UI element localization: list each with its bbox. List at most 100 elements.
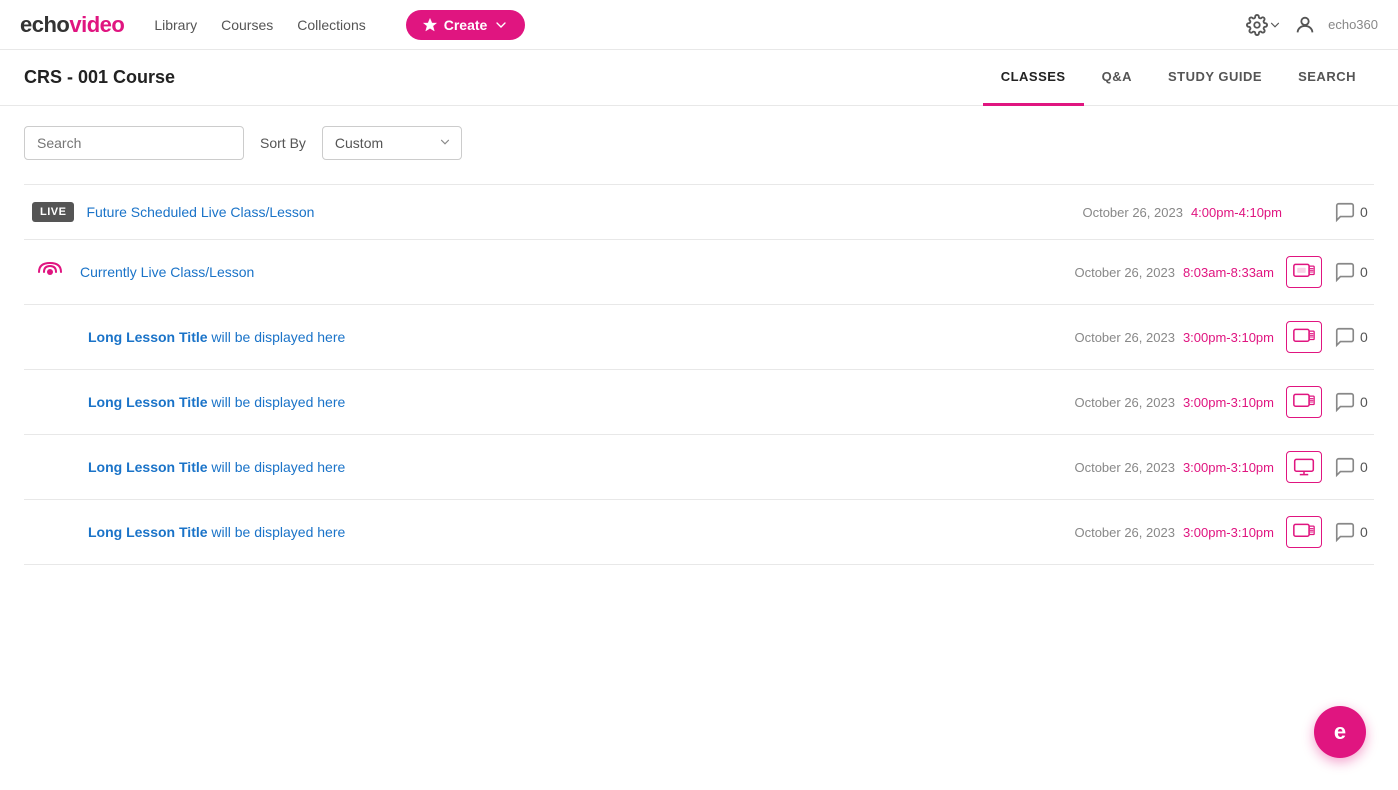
lesson-meta: October 26, 2023 8:03am-8:33am	[1074, 265, 1274, 280]
lesson-title-3[interactable]: Long Lesson Title will be displayed here	[88, 459, 1062, 475]
settings-chevron-icon	[1268, 18, 1282, 32]
tab-classes[interactable]: CLASSES	[983, 50, 1084, 106]
comment-count: 0	[1334, 456, 1374, 478]
lesson-date: October 26, 2023	[1082, 205, 1182, 220]
lesson-date: October 26, 2023	[1074, 395, 1174, 410]
nav-link-collections[interactable]: Collections	[297, 17, 365, 33]
live-wave-icon	[34, 261, 66, 283]
search-input[interactable]	[24, 126, 244, 160]
slides-capture-icon	[1293, 261, 1315, 283]
capture-button[interactable]	[1286, 386, 1322, 418]
comment-count: 0	[1334, 391, 1374, 413]
filter-bar: Sort By Custom Date Title	[24, 126, 1374, 160]
lesson-date: October 26, 2023	[1074, 525, 1174, 540]
lesson-row: LIVE Future Scheduled Live Class/Lesson …	[24, 185, 1374, 240]
logo[interactable]: echovideo	[20, 12, 124, 38]
sort-select-wrapper: Custom Date Title	[322, 126, 462, 160]
lesson-time: 4:00pm-4:10pm	[1191, 205, 1282, 220]
lesson-actions: 0	[1286, 516, 1374, 548]
lesson-meta: October 26, 2023 3:00pm-3:10pm	[1074, 525, 1274, 540]
logo-echo-text: echo	[20, 12, 69, 38]
lesson-date: October 26, 2023	[1074, 330, 1174, 345]
tab-search[interactable]: SEARCH	[1280, 50, 1374, 106]
lesson-actions: 0	[1294, 201, 1374, 223]
screen-capture-button[interactable]	[1286, 451, 1322, 483]
comment-count-value: 0	[1360, 329, 1368, 345]
chevron-down-icon	[493, 17, 509, 33]
sort-label: Sort By	[260, 135, 306, 151]
lesson-actions: 0	[1286, 386, 1374, 418]
comment-count: 0	[1334, 201, 1374, 223]
comment-icon	[1334, 521, 1356, 543]
settings-button[interactable]	[1246, 14, 1282, 36]
lesson-time: 3:00pm-3:10pm	[1183, 525, 1274, 540]
floating-action-button[interactable]: e	[1314, 706, 1366, 758]
comment-icon	[1334, 391, 1356, 413]
nav-link-courses[interactable]: Courses	[221, 17, 273, 33]
user-icon	[1294, 14, 1316, 36]
lesson-row: Long Lesson Title will be displayed here…	[24, 305, 1374, 370]
lesson-date: October 26, 2023	[1074, 265, 1174, 280]
comment-count-value: 0	[1360, 264, 1368, 280]
sort-select[interactable]: Custom Date Title	[322, 126, 462, 160]
live-badge: LIVE	[32, 202, 74, 222]
comment-icon	[1334, 326, 1356, 348]
slides-capture-icon	[1293, 521, 1315, 543]
title-bold-part: Long Lesson Title	[88, 329, 208, 345]
lesson-title-4[interactable]: Long Lesson Title will be displayed here	[88, 524, 1062, 540]
tab-study-guide[interactable]: STUDY GUIDE	[1150, 50, 1280, 106]
capture-button[interactable]	[1286, 321, 1322, 353]
comment-icon	[1334, 456, 1356, 478]
course-header: CRS - 001 Course CLASSES Q&A STUDY GUIDE…	[0, 50, 1398, 106]
tab-qa[interactable]: Q&A	[1084, 50, 1150, 106]
create-button[interactable]: Create	[406, 10, 526, 40]
comment-icon	[1334, 201, 1356, 223]
lesson-time: 8:03am-8:33am	[1183, 265, 1274, 280]
lesson-date: October 26, 2023	[1074, 460, 1174, 475]
lesson-row: Long Lesson Title will be displayed here…	[24, 370, 1374, 435]
lesson-row: Currently Live Class/Lesson October 26, …	[24, 240, 1374, 305]
nav-links: Library Courses Collections Create	[154, 10, 525, 40]
lesson-title-1[interactable]: Long Lesson Title will be displayed here	[88, 329, 1062, 345]
title-bold-part: Long Lesson Title	[88, 459, 208, 475]
title-bold-part: Long Lesson Title	[88, 524, 208, 540]
title-bold-part: Long Lesson Title	[88, 394, 208, 410]
comment-icon	[1334, 261, 1356, 283]
slides-capture-icon	[1293, 391, 1315, 413]
lesson-actions: 0	[1286, 451, 1374, 483]
content-area: Sort By Custom Date Title LIVE Future Sc…	[0, 106, 1398, 585]
lesson-row: Long Lesson Title will be displayed here…	[24, 500, 1374, 565]
create-label: Create	[444, 17, 488, 33]
comment-count: 0	[1334, 521, 1374, 543]
comment-count: 0	[1334, 261, 1374, 283]
lesson-time: 3:00pm-3:10pm	[1183, 330, 1274, 345]
course-title: CRS - 001 Course	[24, 67, 175, 88]
live-indicator	[32, 260, 68, 284]
lesson-title-2[interactable]: Long Lesson Title will be displayed here	[88, 394, 1062, 410]
slides-capture-icon	[1293, 326, 1315, 348]
comment-count-value: 0	[1360, 204, 1368, 220]
lesson-meta: October 26, 2023 3:00pm-3:10pm	[1074, 460, 1274, 475]
capture-button[interactable]	[1286, 256, 1322, 288]
lesson-actions: 0	[1286, 321, 1374, 353]
capture-button[interactable]	[1286, 516, 1322, 548]
lesson-meta: October 26, 2023 3:00pm-3:10pm	[1074, 395, 1274, 410]
create-icon	[422, 17, 438, 33]
lesson-row: Long Lesson Title will be displayed here…	[24, 435, 1374, 500]
future-live-lesson-title[interactable]: Future Scheduled Live Class/Lesson	[86, 204, 1070, 220]
user-button[interactable]	[1294, 14, 1316, 36]
comment-count-value: 0	[1360, 459, 1368, 475]
lesson-meta: October 26, 2023 3:00pm-3:10pm	[1074, 330, 1274, 345]
course-tabs: CLASSES Q&A STUDY GUIDE SEARCH	[983, 50, 1374, 106]
lessons-list: LIVE Future Scheduled Live Class/Lesson …	[24, 184, 1374, 565]
lesson-time: 3:00pm-3:10pm	[1183, 395, 1274, 410]
comment-count-value: 0	[1360, 394, 1368, 410]
lesson-meta: October 26, 2023 4:00pm-4:10pm	[1082, 205, 1282, 220]
lesson-actions: 0	[1286, 256, 1374, 288]
currently-live-lesson-title[interactable]: Currently Live Class/Lesson	[80, 264, 1062, 280]
nav-link-library[interactable]: Library	[154, 17, 197, 33]
nav-right: echo360	[1246, 14, 1378, 36]
comment-count: 0	[1334, 326, 1374, 348]
comment-count-value: 0	[1360, 524, 1368, 540]
lesson-time: 3:00pm-3:10pm	[1183, 460, 1274, 475]
